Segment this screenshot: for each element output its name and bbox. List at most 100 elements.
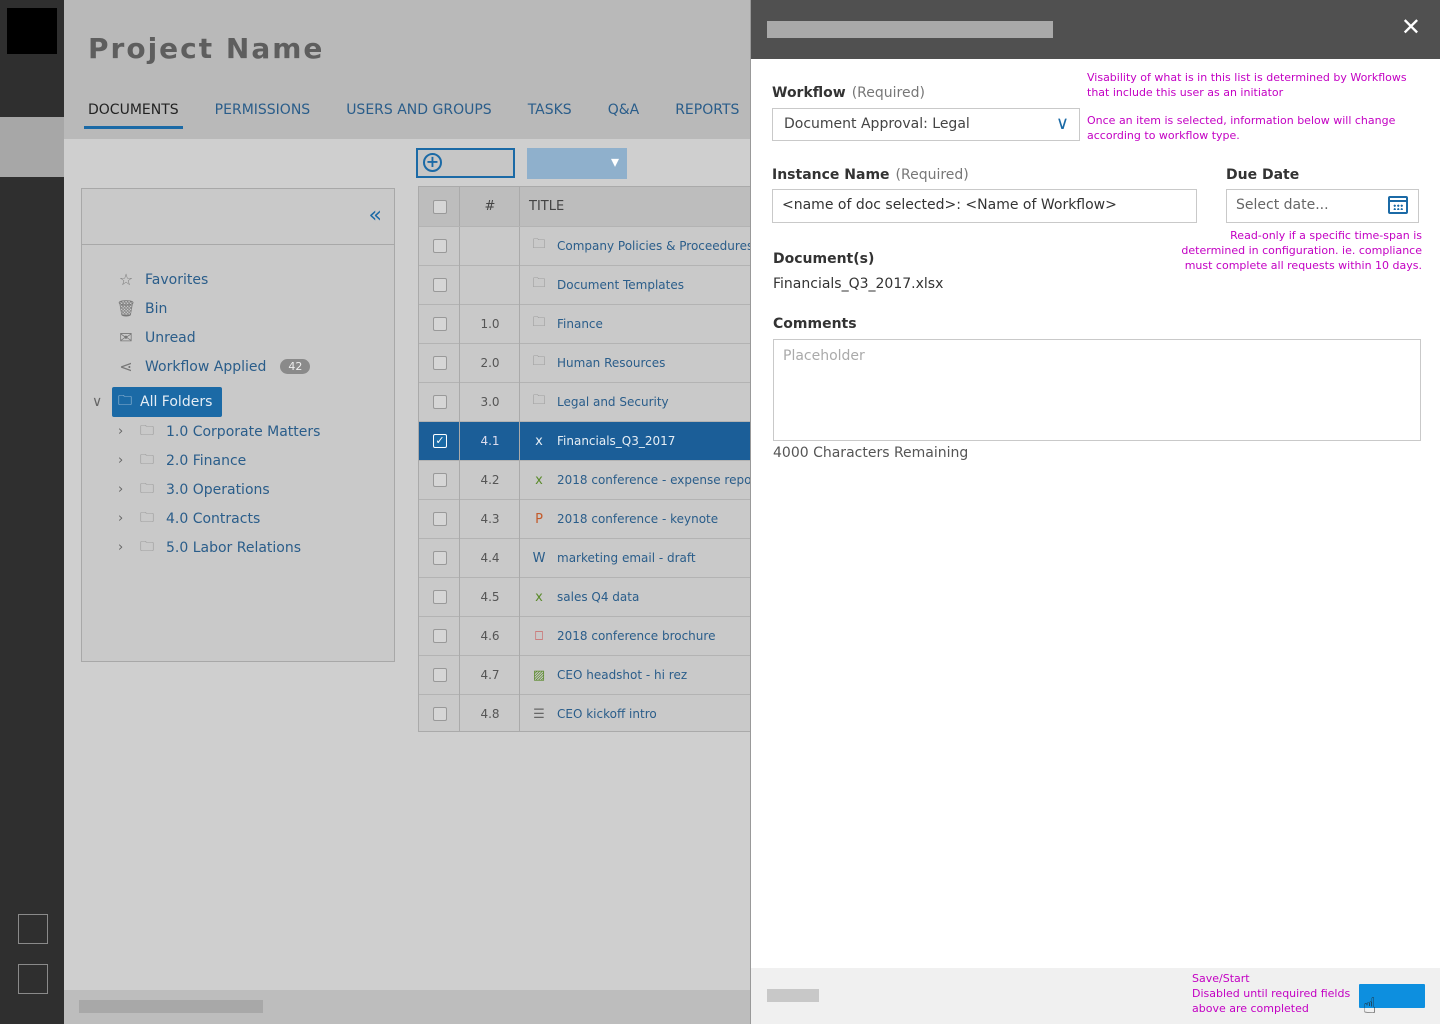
row-title-link[interactable]: 🗀 Legal and Security	[529, 391, 668, 413]
table-row[interactable]: 3.0 🗀 Legal and Security	[419, 383, 751, 422]
table-row[interactable]: 4.8 ☰ CEO kickoff intro	[419, 695, 751, 731]
start-workflow-drawer: ✕ Workflow (Required) Document Approval: …	[750, 0, 1440, 1024]
column-divider	[519, 266, 520, 305]
folder-node[interactable]: › 🗀 5.0 Labor Relations	[118, 533, 320, 562]
required-hint: (Required)	[895, 167, 969, 183]
comments-textarea[interactable]: Placeholder	[773, 339, 1421, 441]
row-title-text: 2018 conference - keynote	[557, 512, 719, 526]
table-row[interactable]: 4.5 x sales Q4 data	[419, 578, 751, 617]
select-all-checkbox[interactable]	[433, 199, 447, 214]
row-number: 3.0	[480, 395, 500, 409]
workflow-select[interactable]: Document Approval: Legal ∨	[772, 108, 1080, 141]
folder-node[interactable]: › 🗀 2.0 Finance	[118, 446, 320, 475]
cancel-button[interactable]	[767, 989, 819, 1002]
chevron-down-icon[interactable]: ∨	[92, 394, 110, 410]
quick-link-favorites[interactable]: ☆ Favorites	[116, 265, 310, 294]
row-checkbox[interactable]	[433, 278, 447, 292]
drawer-title-placeholder	[767, 21, 1053, 38]
row-title-link[interactable]: Wmarketing email - draft	[529, 551, 696, 566]
tab-reports[interactable]: REPORTS	[671, 100, 743, 129]
tab-documents[interactable]: DOCUMENTS	[84, 100, 183, 129]
row-title-link[interactable]: 🗀 Company Policies & Proceedures	[529, 235, 752, 257]
horizontal-scrollbar[interactable]	[79, 1000, 263, 1013]
annotation-selection: Once an item is selected, information be…	[1087, 114, 1396, 142]
row-checkbox[interactable]	[433, 317, 447, 331]
table-row[interactable]: ✓ 4.1 x Financials_Q3_2017	[419, 422, 751, 461]
actions-dropdown[interactable]: ▾	[527, 148, 627, 179]
plus-icon: +	[423, 153, 442, 172]
row-title-link[interactable]: ▨ CEO headshot - hi rez	[529, 668, 687, 683]
row-title-text: CEO headshot - hi rez	[557, 668, 688, 682]
column-header-title: TITLE	[529, 199, 565, 214]
row-number: 1.0	[480, 317, 500, 331]
row-title-text: Human Resources	[557, 356, 666, 370]
due-date-input[interactable]: Select date...	[1226, 189, 1419, 223]
row-checkbox[interactable]	[433, 551, 447, 565]
add-button[interactable]: +	[416, 148, 515, 178]
row-checkbox[interactable]	[433, 395, 447, 409]
table-row[interactable]: 🗀 Company Policies & Proceedures	[419, 227, 752, 266]
tab-permissions[interactable]: PERMISSIONS	[211, 100, 315, 129]
row-title-link[interactable]: x sales Q4 data	[529, 590, 639, 605]
row-title-link[interactable]: P 2018 conference - keynote	[529, 512, 718, 527]
drawer-footer: Save/Start Disabled until required field…	[751, 968, 1440, 1024]
table-row[interactable]: 4.4 Wmarketing email - draft	[419, 539, 751, 578]
folder-icon: 🗀	[140, 480, 154, 497]
row-title-link[interactable]: 🗀 Finance	[529, 313, 602, 335]
collapse-panel-icon[interactable]: «	[369, 203, 382, 228]
row-title-link[interactable]: 🗀 Human Resources	[529, 352, 665, 374]
table-row[interactable]: 4.7 ▨ CEO headshot - hi rez	[419, 656, 751, 695]
chevron-right-icon[interactable]: ›	[118, 424, 140, 439]
chevron-right-icon[interactable]: ›	[118, 453, 140, 468]
row-number: 4.8	[480, 707, 500, 721]
row-title-link[interactable]: ☰ CEO kickoff intro	[529, 707, 657, 722]
row-title-link[interactable]: x 2018 conference - expense report	[529, 473, 751, 488]
share-icon: ⋖	[119, 357, 133, 376]
chevron-right-icon[interactable]: ›	[118, 511, 140, 526]
envelope-icon: ✉	[119, 328, 133, 347]
row-title-link[interactable]: 🗀 Document Templates	[529, 274, 684, 296]
calendar-icon[interactable]	[1388, 196, 1408, 214]
folder-node[interactable]: › 🗀 3.0 Operations	[118, 475, 320, 504]
folder-node[interactable]: › 🗀 1.0 Corporate Matters	[118, 417, 320, 446]
close-icon[interactable]: ✕	[1401, 13, 1421, 41]
table-row[interactable]: 1.0 🗀 Finance	[419, 305, 751, 344]
row-checkbox[interactable]	[433, 356, 447, 370]
table-row[interactable]: 4.6 ⎕ 2018 conference brochure	[419, 617, 751, 656]
all-folders-selected[interactable]: 🗀 All Folders	[112, 387, 223, 417]
folder-icon: 🗀	[140, 509, 154, 526]
tab-qa[interactable]: Q&A	[604, 100, 644, 129]
all-folders-label: All Folders	[140, 394, 213, 410]
table-row[interactable]: 🗀 Document Templates	[419, 266, 751, 305]
table-row[interactable]: 4.3 P 2018 conference - keynote	[419, 500, 751, 539]
quick-link-unread[interactable]: ✉ Unread	[116, 323, 310, 352]
row-checkbox[interactable]	[433, 473, 447, 487]
rail-button-2[interactable]	[18, 964, 48, 994]
row-checkbox[interactable]	[433, 629, 447, 643]
chevron-right-icon[interactable]: ›	[118, 482, 140, 497]
all-folders-node[interactable]: ∨ 🗀 All Folders	[92, 387, 223, 417]
chevron-right-icon[interactable]: ›	[118, 540, 140, 555]
due-date-label: Due Date	[1226, 167, 1300, 183]
table-row[interactable]: 2.0 🗀 Human Resources	[419, 344, 751, 383]
folder-node[interactable]: › 🗀 4.0 Contracts	[118, 504, 320, 533]
quick-link-bin[interactable]: 🗑 Bin	[116, 294, 310, 323]
row-checkbox[interactable]	[433, 668, 447, 682]
row-title-link[interactable]: ⎕ 2018 conference brochure	[529, 629, 715, 644]
tab-users-and-groups[interactable]: USERS AND GROUPS	[342, 100, 496, 129]
row-title-link[interactable]: x Financials_Q3_2017	[529, 434, 675, 449]
table-row[interactable]: 4.2 x 2018 conference - expense report	[419, 461, 751, 500]
tab-tasks[interactable]: TASKS	[524, 100, 576, 129]
row-checkbox[interactable]: ✓	[433, 434, 447, 448]
row-checkbox[interactable]	[433, 707, 447, 721]
quick-link-label: Unread	[145, 329, 196, 346]
row-checkbox[interactable]	[433, 590, 447, 604]
row-checkbox[interactable]	[433, 239, 447, 253]
rail-button-1[interactable]	[18, 914, 48, 944]
documents-label: Document(s)	[773, 251, 875, 267]
table-header: # TITLE	[419, 187, 751, 227]
row-title-text: Company Policies & Proceedures	[557, 239, 752, 253]
instance-name-input[interactable]: <name of doc selected>: <Name of Workflo…	[772, 189, 1197, 223]
row-checkbox[interactable]	[433, 512, 447, 526]
quick-link-workflow-applied[interactable]: ⋖ Workflow Applied 42	[116, 352, 311, 381]
